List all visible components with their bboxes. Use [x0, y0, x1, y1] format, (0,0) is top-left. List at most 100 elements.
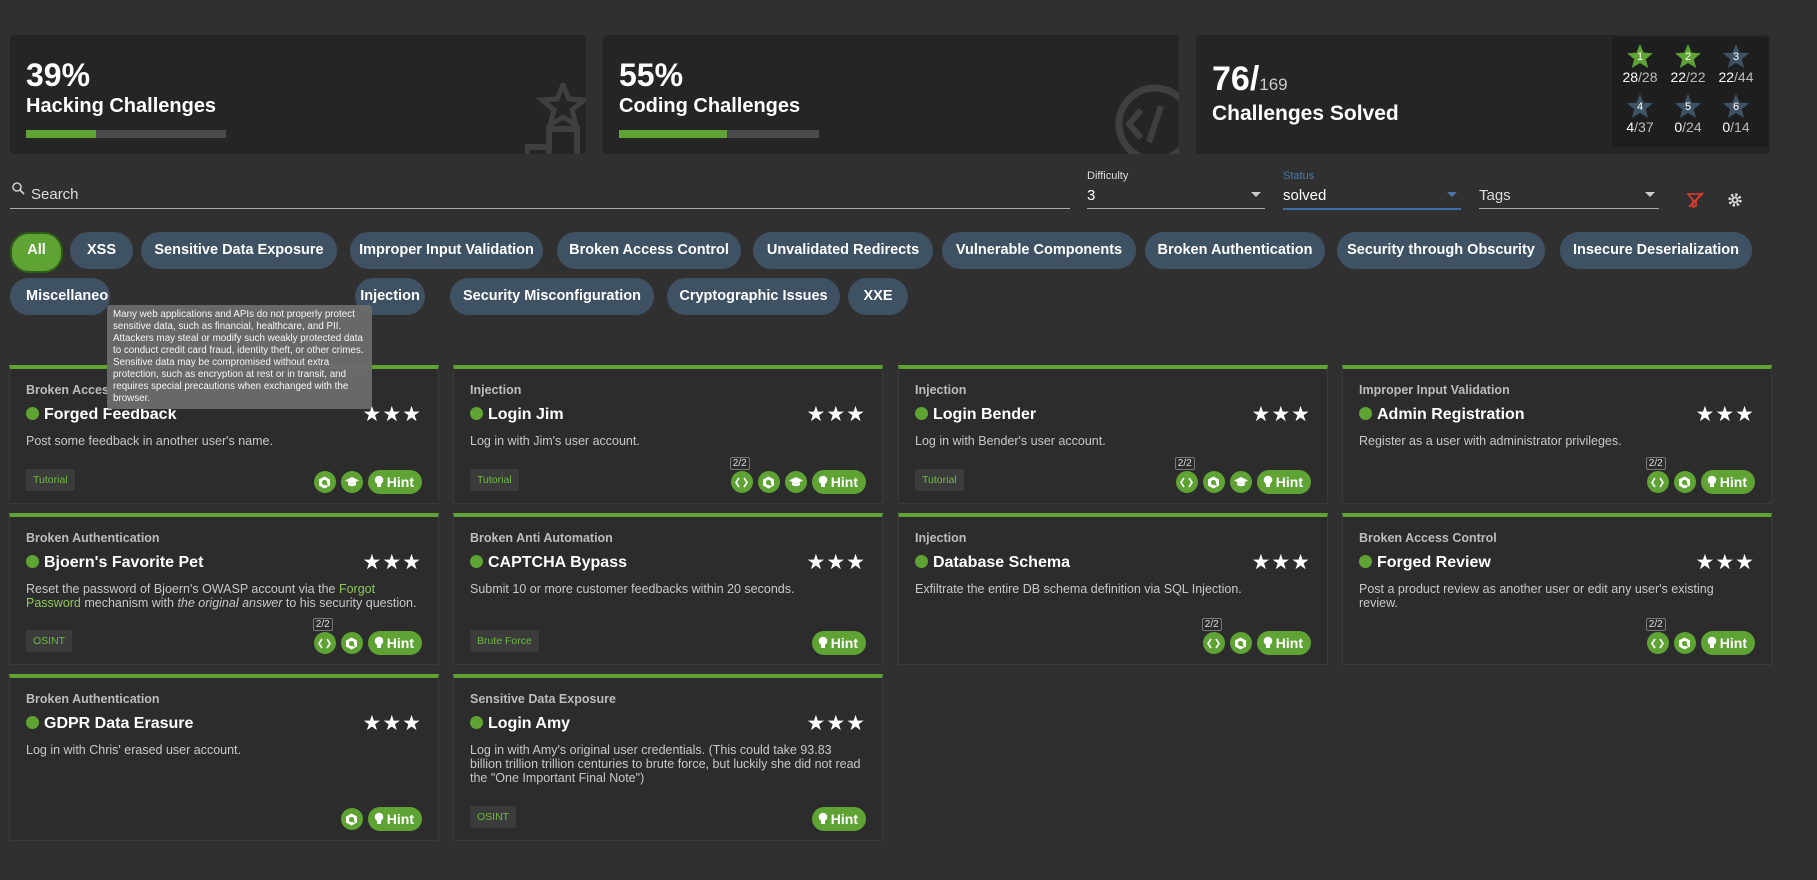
- challenge-tag[interactable]: OSINT: [470, 806, 517, 828]
- difficulty-stars: ★★★: [806, 712, 866, 735]
- category-chip-vulnerable-components[interactable]: Vulnerable Components: [942, 232, 1136, 269]
- code-snippet-button[interactable]: 2/2: [1174, 457, 1198, 493]
- tags-select[interactable]: Tags: [1479, 168, 1659, 209]
- codingame-button[interactable]: [757, 471, 780, 493]
- code-snippet-button[interactable]: 2/2: [1201, 618, 1225, 654]
- category-chip-sensitive-data-exposure[interactable]: Sensitive Data Exposure: [141, 232, 337, 269]
- code-snippet-button[interactable]: 2/2: [312, 618, 336, 654]
- lightbulb-icon: [374, 636, 384, 648]
- star-icon: 1: [1627, 44, 1653, 68]
- codingame-button[interactable]: [1673, 471, 1696, 493]
- tutorial-button[interactable]: [340, 471, 363, 493]
- codingame-button[interactable]: [1229, 632, 1252, 654]
- tutorial-button[interactable]: [1229, 471, 1252, 493]
- code-count-badge: 2/2: [1174, 457, 1195, 470]
- category-chip-unvalidated-redirects[interactable]: Unvalidated Redirects: [753, 232, 933, 269]
- challenge-description: Log in with Amy's original user credenti…: [470, 743, 861, 785]
- star-icon: 3: [1723, 44, 1749, 68]
- codingame-button[interactable]: [1673, 632, 1696, 654]
- difficulty-stars: ★★★: [362, 551, 422, 574]
- category-chip-insecure-deserialization[interactable]: Insecure Deserialization: [1560, 232, 1752, 269]
- challenge-category: Broken Access Control: [1359, 531, 1497, 545]
- category-chip-security-through-obscurity[interactable]: Security through Obscurity: [1337, 232, 1545, 269]
- codingame-icon: [346, 813, 358, 825]
- status-label: Status: [1283, 170, 1315, 182]
- category-chip-all[interactable]: All: [10, 232, 63, 273]
- challenge-actions: Hint: [340, 807, 422, 831]
- category-chip-miscellaneo[interactable]: Miscellaneo: [10, 278, 110, 315]
- gear-icon[interactable]: [1727, 192, 1743, 208]
- codingame-button[interactable]: [340, 632, 363, 654]
- hint-button[interactable]: Hint: [811, 631, 866, 655]
- challenge-category: Injection: [915, 383, 967, 397]
- codingame-button[interactable]: [313, 471, 336, 493]
- hint-button[interactable]: Hint: [1256, 470, 1311, 494]
- code-count-badge: 2/2: [1645, 618, 1666, 631]
- challenge-category: Improper Input Validation: [1359, 383, 1510, 397]
- code-snippet-button[interactable]: 2/2: [1645, 618, 1669, 654]
- code-icon: [1651, 638, 1665, 648]
- lightbulb-icon: [374, 812, 384, 824]
- code-snippet-button[interactable]: 2/2: [729, 457, 753, 493]
- challenge-card: Broken Access Control Forged Review ★★★ Pos…: [1342, 513, 1772, 665]
- challenge-actions: 2/2 Hint: [1645, 618, 1755, 655]
- clear-filter-icon[interactable]: [1687, 192, 1704, 209]
- code-icon: [1651, 477, 1665, 487]
- difficulty-stars: ★★★: [1695, 403, 1755, 426]
- hacking-percent: 39%: [26, 57, 91, 93]
- hint-button[interactable]: Hint: [367, 470, 422, 494]
- difficulty-select[interactable]: Difficulty 3: [1087, 168, 1265, 209]
- codingame-button[interactable]: [340, 808, 363, 830]
- solved-label: Challenges Solved: [1212, 102, 1399, 125]
- challenge-card: Broken Anti Automation CAPTCHA Bypass ★★★ S…: [453, 513, 883, 665]
- hint-button[interactable]: Hint: [367, 631, 422, 655]
- challenge-tag[interactable]: Brute Force: [470, 630, 539, 652]
- category-chip-security-misconfiguration[interactable]: Security Misconfiguration: [450, 278, 654, 315]
- challenge-category: Injection: [915, 531, 967, 545]
- tags-label: Tags: [1479, 187, 1511, 204]
- category-chip-xss[interactable]: XSS: [70, 232, 133, 269]
- challenge-tag[interactable]: Tutorial: [470, 469, 519, 491]
- challenge-description: Reset the password of Bjoern's OWASP acc…: [26, 582, 417, 610]
- category-chip-xxe[interactable]: XXE: [848, 278, 908, 315]
- category-chip-broken-authentication[interactable]: Broken Authentication: [1145, 232, 1325, 269]
- tutorial-button[interactable]: [784, 471, 807, 493]
- challenge-tag[interactable]: Tutorial: [26, 469, 75, 491]
- code-count-badge: 2/2: [312, 618, 333, 631]
- solved-indicator: [1359, 555, 1372, 568]
- graduation-cap-icon: [788, 477, 803, 487]
- chevron-down-icon: [1645, 192, 1655, 197]
- challenge-actions: Hint: [313, 470, 422, 494]
- hint-button[interactable]: Hint: [811, 470, 866, 494]
- challenge-description: Submit 10 or more customer feedbacks wit…: [470, 582, 795, 596]
- challenge-card: Broken Authentication GDPR Data Erasure ★★…: [9, 674, 439, 841]
- status-select[interactable]: Status solved: [1283, 168, 1461, 210]
- challenge-actions: 2/2 Hint: [729, 457, 866, 494]
- hint-button[interactable]: Hint: [1700, 631, 1755, 655]
- solved-indicator: [26, 407, 39, 420]
- code-icon: [1115, 84, 1179, 154]
- code-count-badge: 2/2: [729, 457, 750, 470]
- svg-text:6: 6: [1733, 101, 1739, 113]
- hint-button[interactable]: Hint: [811, 807, 866, 831]
- difficulty-star-4: 4 4/37: [1616, 93, 1664, 135]
- hint-button[interactable]: Hint: [367, 807, 422, 831]
- challenge-tag[interactable]: OSINT: [26, 630, 73, 652]
- search-input[interactable]: Search: [10, 168, 1070, 209]
- difficulty-stars: ★★★: [806, 403, 866, 426]
- challenge-description: Post a product review as another user or…: [1359, 582, 1714, 610]
- category-chip-improper-input-validation[interactable]: Improper Input Validation: [350, 232, 543, 269]
- category-chip-cryptographic-issues[interactable]: Cryptographic Issues: [667, 278, 840, 315]
- codingame-button[interactable]: [1202, 471, 1225, 493]
- difficulty-stars: ★★★: [1251, 551, 1311, 574]
- solved-indicator: [1359, 407, 1372, 420]
- category-chip-broken-access-control[interactable]: Broken Access Control: [557, 232, 741, 269]
- difficulty-star-3: 3 22/44: [1712, 43, 1760, 85]
- lightbulb-icon: [818, 812, 828, 824]
- code-snippet-button[interactable]: 2/2: [1645, 457, 1669, 493]
- challenge-category: Broken Authentication: [26, 531, 160, 545]
- hint-button[interactable]: Hint: [1256, 631, 1311, 655]
- difficulty-stars: ★★★: [1695, 551, 1755, 574]
- hint-button[interactable]: Hint: [1700, 470, 1755, 494]
- challenge-tag[interactable]: Tutorial: [915, 469, 964, 491]
